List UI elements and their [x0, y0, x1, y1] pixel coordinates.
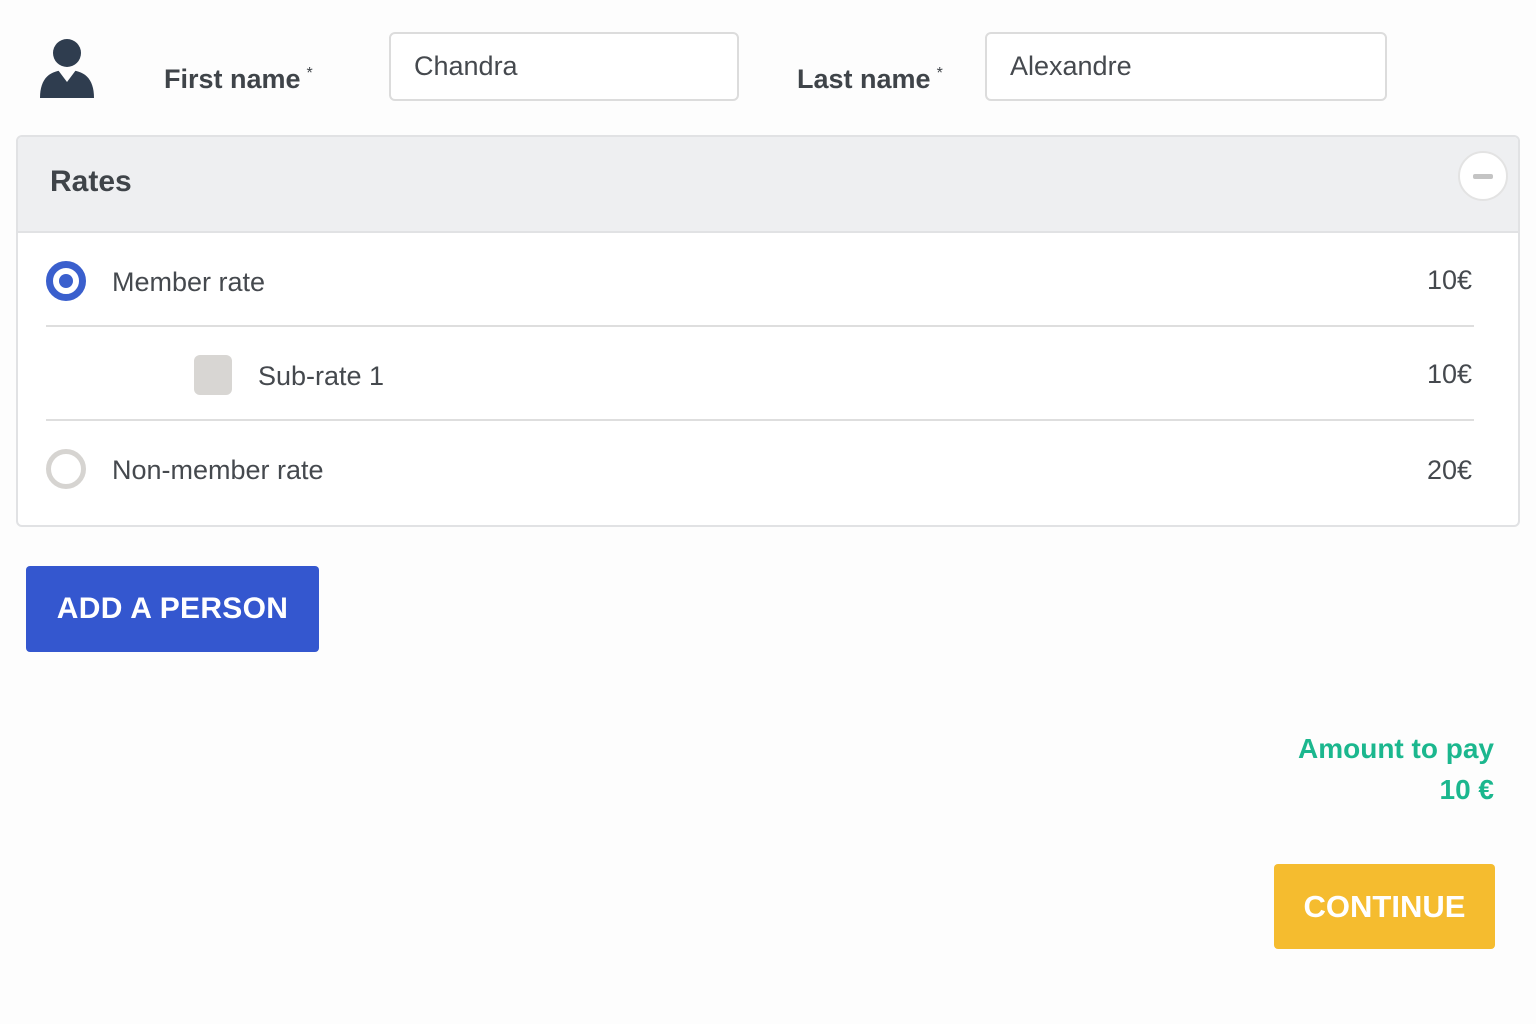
rate-label: Sub-rate 1	[258, 361, 385, 391]
minus-icon	[1473, 173, 1493, 179]
user-avatar-icon	[36, 36, 98, 102]
first-name-input[interactable]	[389, 32, 739, 101]
last-name-input[interactable]	[985, 32, 1387, 101]
sub-rate-checkbox[interactable]	[194, 355, 232, 395]
rate-price: 10€	[1426, 359, 1472, 389]
last-name-label-text: Last name	[797, 64, 931, 94]
registration-page: First name * Last name * Rates Member rate…	[0, 0, 1536, 1024]
amount-to-pay-value: 10 €	[1439, 774, 1495, 805]
required-marker: *	[306, 65, 313, 82]
rate-option-member[interactable]: Member rate 10€	[46, 233, 1474, 327]
rate-label: Non-member rate	[112, 455, 324, 485]
rates-title: Rates	[50, 165, 132, 198]
rate-option-non-member[interactable]: Non-member rate 20€	[46, 421, 1474, 513]
continue-button[interactable]: CONTINUE	[1274, 864, 1495, 949]
required-marker: *	[936, 65, 943, 82]
last-name-label: Last name *	[797, 56, 943, 97]
member-rate-radio[interactable]	[46, 261, 86, 301]
collapse-button[interactable]	[1458, 151, 1508, 201]
rates-panel-header: Rates	[18, 137, 1518, 233]
rate-price: 20€	[1426, 455, 1472, 485]
non-member-rate-radio[interactable]	[46, 449, 86, 489]
rate-price: 10€	[1426, 265, 1472, 295]
rate-option-sub-rate[interactable]: Sub-rate 1 10€	[46, 327, 1474, 421]
first-name-label: First name *	[164, 56, 313, 97]
amount-to-pay-label: Amount to pay	[1298, 733, 1494, 764]
rate-label: Member rate	[112, 267, 266, 297]
add-person-button[interactable]: ADD A PERSON	[26, 566, 319, 652]
rates-panel: Rates Member rate 10€ Sub-rate 1 10€ Non…	[16, 135, 1520, 527]
first-name-label-text: First name	[164, 64, 301, 94]
